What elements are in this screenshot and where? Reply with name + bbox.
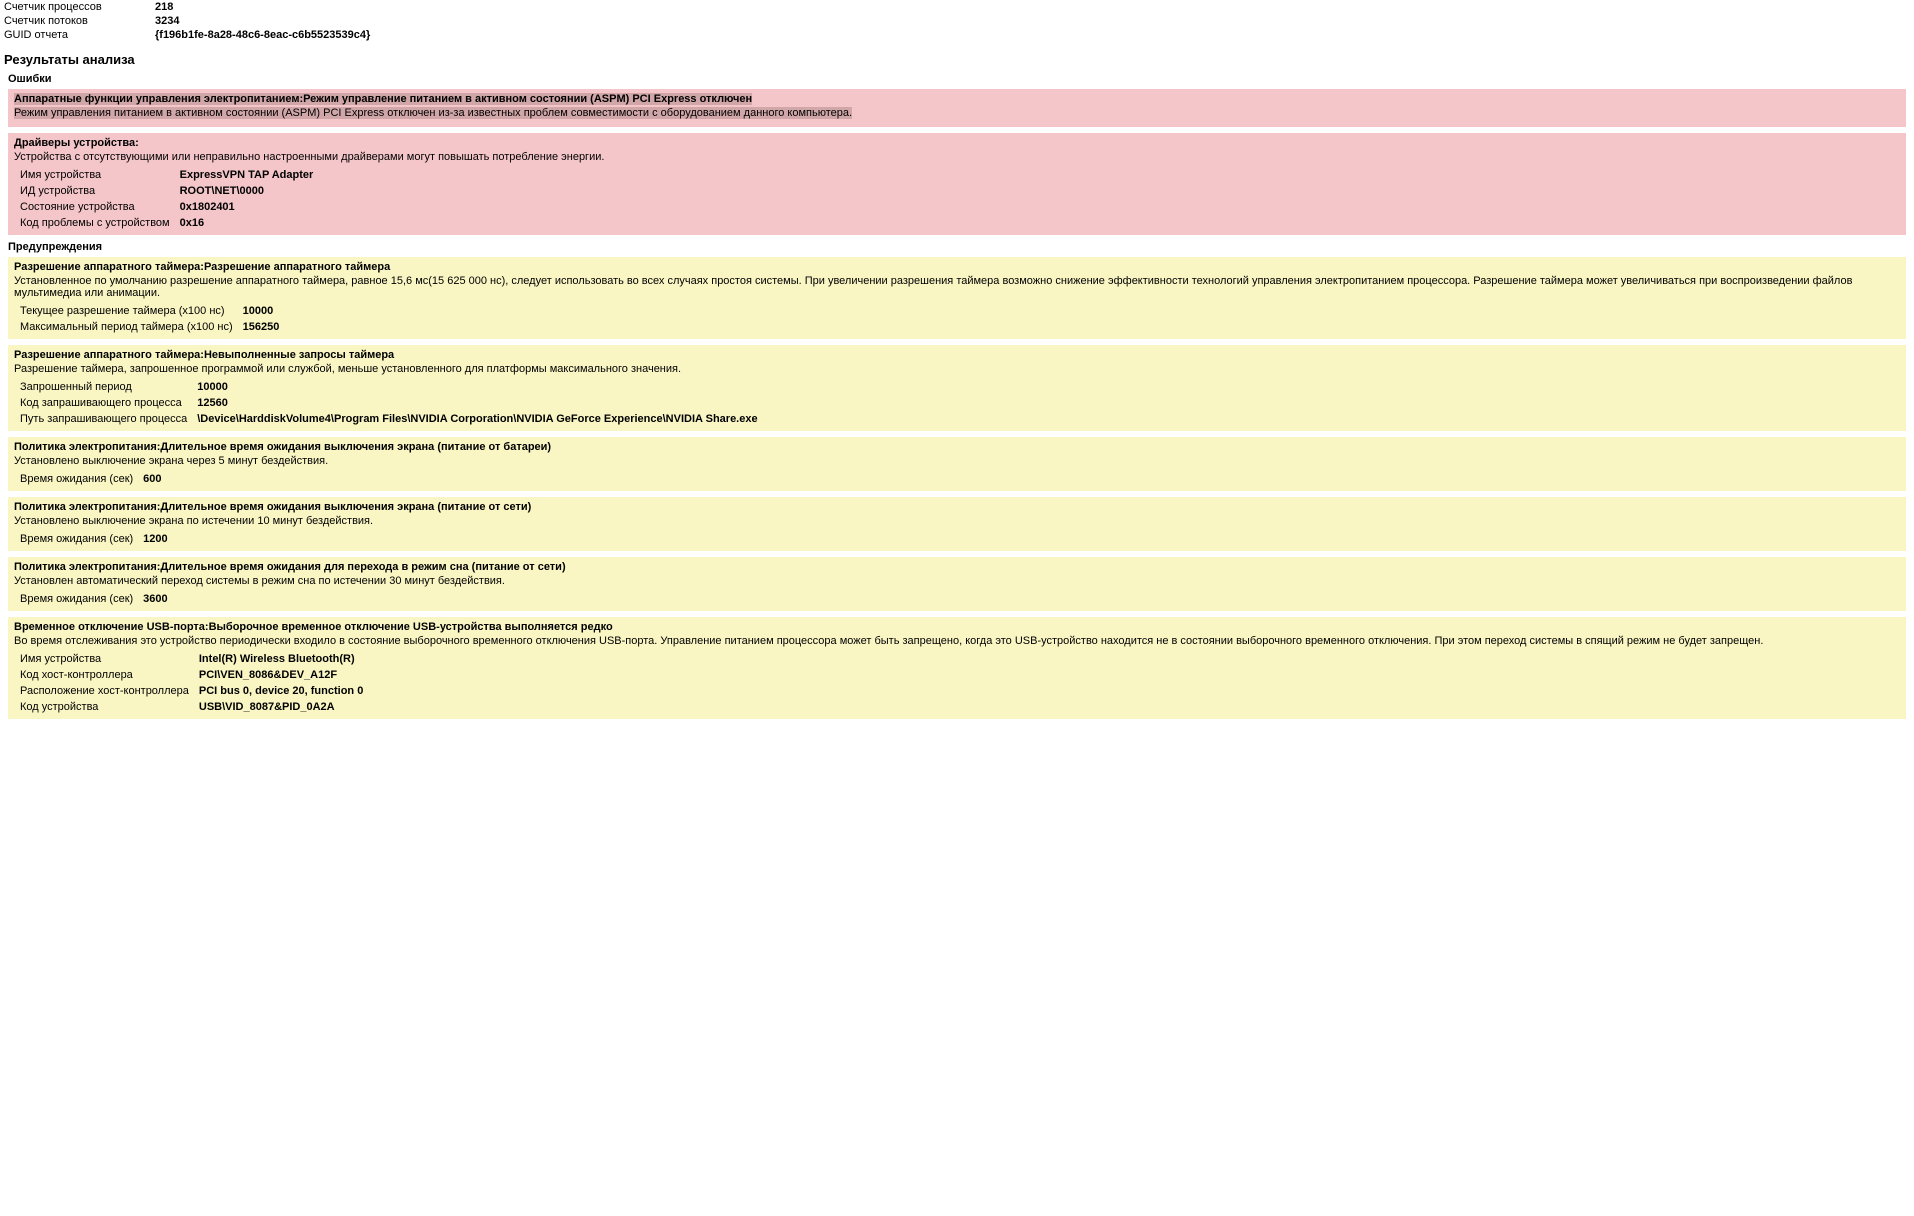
meta-proc-value: 218	[155, 0, 376, 14]
warning-header: Разрешение аппаратного таймера:Разрешени…	[14, 261, 1900, 273]
warning-header: Политика электропитания:Длительное время…	[14, 501, 1900, 513]
warning-block-policy-display-ac: Политика электропитания:Длительное время…	[8, 497, 1906, 551]
detail-value: ExpressVPN TAP Adapter	[180, 167, 324, 183]
detail-value: 1200	[143, 531, 177, 547]
warning-desc: Установлено выключение экрана через 5 ми…	[14, 455, 1900, 467]
detail-value: 0x1802401	[180, 199, 324, 215]
detail-value: Intel(R) Wireless Bluetooth(R)	[199, 651, 373, 667]
detail-key: Код запрашивающего процесса	[14, 395, 197, 411]
meta-thread-label: Счетчик потоков	[4, 14, 155, 28]
warning-header: Временное отключение USB-порта:Выборочно…	[14, 621, 1900, 633]
warning-header: Разрешение аппаратного таймера:Невыполне…	[14, 349, 1900, 361]
results-title: Результаты анализа	[4, 52, 1910, 67]
warning-desc: Установлено выключение экрана по истечен…	[14, 515, 1900, 527]
meta-proc-label: Счетчик процессов	[4, 0, 155, 14]
detail-key: Время ожидания (сек)	[14, 531, 143, 547]
warning-block-policy-sleep-ac: Политика электропитания:Длительное время…	[8, 557, 1906, 611]
detail-key: Код устройства	[14, 699, 199, 715]
detail-value: \Device\HarddiskVolume4\Program Files\NV…	[197, 411, 767, 427]
error-aspm-desc: Режим управления питанием в активном сос…	[14, 107, 1900, 119]
detail-key: Имя устройства	[14, 167, 180, 183]
meta-guid-value: {f196b1fe-8a28-48c6-8eac-c6b5523539c4}	[155, 28, 376, 42]
error-drivers-table: Имя устройстваExpressVPN TAP Adapter ИД …	[14, 167, 323, 231]
error-block-drivers: Драйверы устройства: Устройства с отсутс…	[8, 133, 1906, 235]
warning-block-usb-suspend: Временное отключение USB-порта:Выборочно…	[8, 617, 1906, 719]
warning-header: Политика электропитания:Длительное время…	[14, 441, 1900, 453]
detail-value: 156250	[243, 319, 290, 335]
detail-value: USB\VID_8087&PID_0A2A	[199, 699, 373, 715]
detail-value: 0x16	[180, 215, 324, 231]
warning-desc: Установлен автоматический переход систем…	[14, 575, 1900, 587]
detail-key: Имя устройства	[14, 651, 199, 667]
detail-value: PCI bus 0, device 20, function 0	[199, 683, 373, 699]
warning-header: Политика электропитания:Длительное время…	[14, 561, 1900, 573]
meta-guid-label: GUID отчета	[4, 28, 155, 42]
meta-thread-value: 3234	[155, 14, 376, 28]
detail-value: 3600	[143, 591, 177, 607]
detail-value: 10000	[243, 303, 290, 319]
detail-value: 10000	[197, 379, 767, 395]
error-aspm-header: Аппаратные функции управления электропит…	[14, 93, 1900, 105]
error-drivers-header: Драйверы устройства:	[14, 137, 1900, 149]
warning-block-policy-display-battery: Политика электропитания:Длительное время…	[8, 437, 1906, 491]
detail-key: Максимальный период таймера (x100 нс)	[14, 319, 243, 335]
detail-key: Время ожидания (сек)	[14, 471, 143, 487]
report-container: Счетчик процессов 218 Счетчик потоков 32…	[0, 0, 1914, 719]
detail-key: Время ожидания (сек)	[14, 591, 143, 607]
warning-block-timer-resolution: Разрешение аппаратного таймера:Разрешени…	[8, 257, 1906, 339]
warning-desc: Разрешение таймера, запрошенное программ…	[14, 363, 1900, 375]
warning-usb-table: Имя устройстваIntel(R) Wireless Bluetoot…	[14, 651, 373, 715]
error-drivers-desc: Устройства с отсутствующими или неправил…	[14, 151, 1900, 163]
highlight-text: Аппаратные функции управления электропит…	[14, 93, 752, 105]
warning-desc: Во время отслеживания это устройство пер…	[14, 635, 1900, 647]
errors-title: Ошибки	[8, 73, 1910, 85]
warning-policy2-table: Время ожидания (сек)1200	[14, 531, 178, 547]
warning-policy1-table: Время ожидания (сек)600	[14, 471, 172, 487]
meta-table: Счетчик процессов 218 Счетчик потоков 32…	[4, 0, 376, 42]
warning-timer1-table: Текущее разрешение таймера (x100 нс)1000…	[14, 303, 289, 335]
detail-value: 12560	[197, 395, 767, 411]
warning-timer2-table: Запрошенный период10000 Код запрашивающе…	[14, 379, 768, 427]
detail-key: ИД устройства	[14, 183, 180, 199]
warning-block-timer-requests: Разрешение аппаратного таймера:Невыполне…	[8, 345, 1906, 431]
detail-key: Текущее разрешение таймера (x100 нс)	[14, 303, 243, 319]
detail-key: Состояние устройства	[14, 199, 180, 215]
detail-key: Код хост-контроллера	[14, 667, 199, 683]
detail-value: ROOT\NET\0000	[180, 183, 324, 199]
highlight-text: Режим управления питанием в активном сос…	[14, 107, 852, 119]
warnings-title: Предупреждения	[8, 241, 1910, 253]
detail-key: Запрошенный период	[14, 379, 197, 395]
detail-key: Расположение хост-контроллера	[14, 683, 199, 699]
error-block-aspm: Аппаратные функции управления электропит…	[8, 89, 1906, 127]
detail-value: 600	[143, 471, 171, 487]
detail-key: Путь запрашивающего процесса	[14, 411, 197, 427]
warning-desc: Установленное по умолчанию разрешение ап…	[14, 275, 1900, 299]
detail-value: PCI\VEN_8086&DEV_A12F	[199, 667, 373, 683]
warning-policy3-table: Время ожидания (сек)3600	[14, 591, 178, 607]
detail-key: Код проблемы с устройством	[14, 215, 180, 231]
